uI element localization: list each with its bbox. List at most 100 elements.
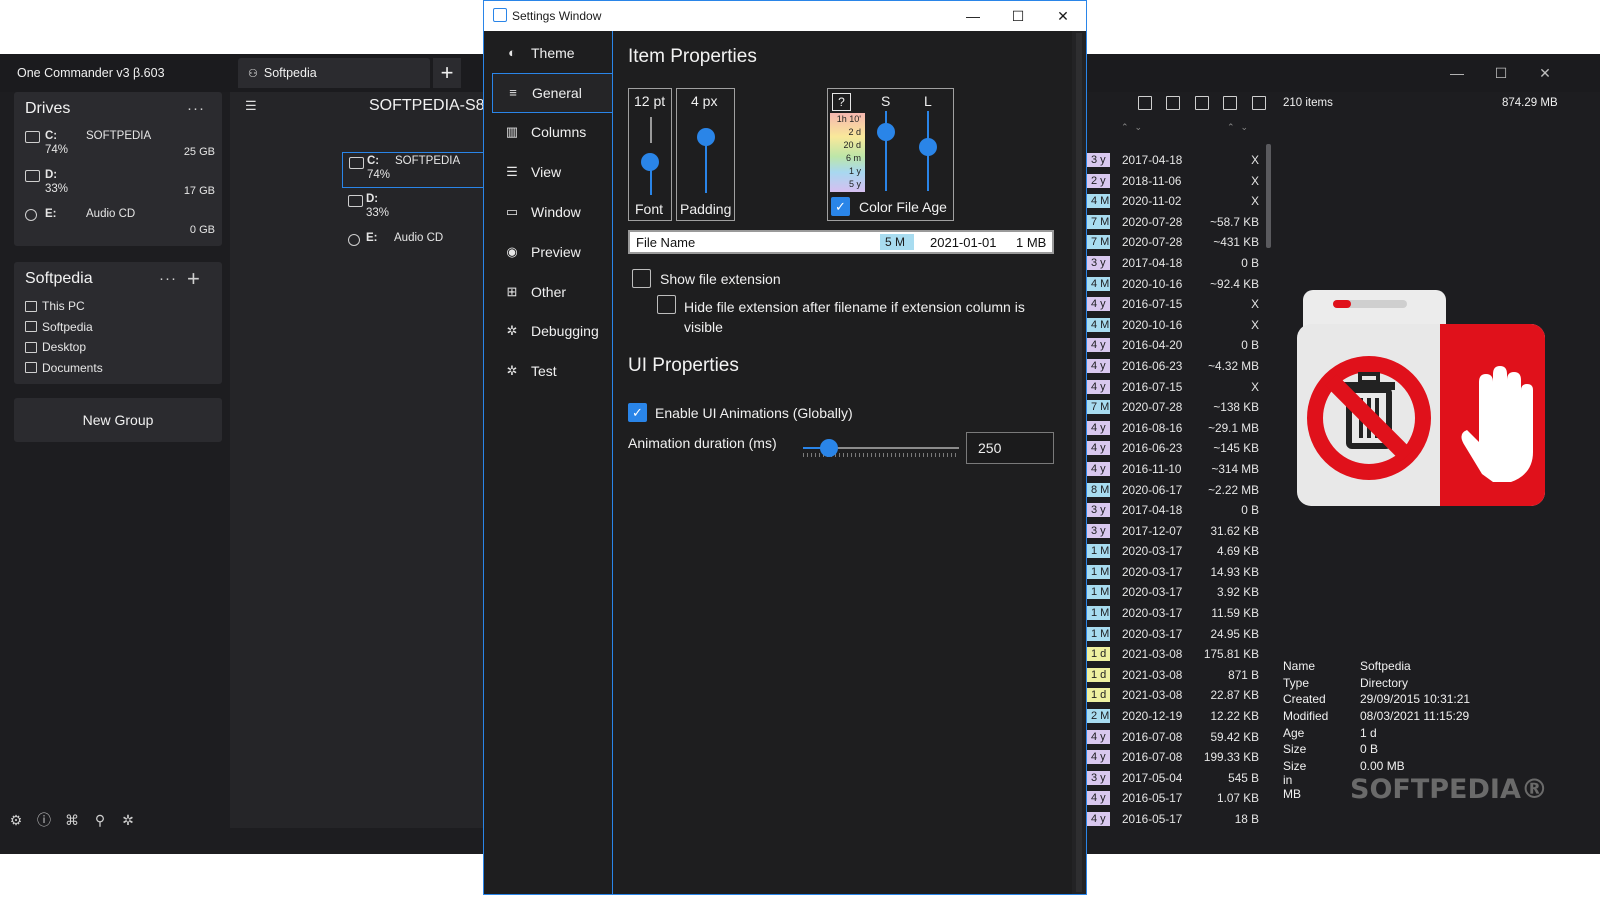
nav-view[interactable]: ☰ View (492, 152, 612, 192)
show-extension-checkbox[interactable] (632, 269, 651, 288)
file-row[interactable]: 1 M 2020-03-17 3.92 KB (1086, 582, 1266, 603)
drive-item[interactable]: E: Audio CD (342, 230, 485, 266)
file-row[interactable]: 4 y 2016-06-23 ~4.32 MB (1086, 356, 1266, 377)
info-icon[interactable]: ⓘ (32, 806, 56, 834)
bug-icon[interactable]: ✲ (116, 806, 140, 834)
file-row[interactable]: 3 y 2017-12-07 31.62 KB (1086, 521, 1266, 542)
hide-extension-checkbox[interactable] (657, 295, 676, 314)
file-icon[interactable] (1166, 96, 1180, 110)
group-item[interactable]: This PC (25, 299, 85, 313)
file-row[interactable]: 4 y 2016-05-17 18 B (1086, 809, 1266, 830)
file-row[interactable]: 4 M 2020-11-02 X (1086, 191, 1266, 212)
lightness-knob[interactable] (919, 138, 937, 156)
new-file-icon[interactable] (1195, 96, 1209, 110)
color-file-age-label: Color File Age (859, 199, 947, 215)
nav-window[interactable]: ▭ Window (492, 192, 612, 232)
settings-minimize-button[interactable]: — (958, 6, 988, 26)
search-icon[interactable]: ⚲ (88, 806, 112, 834)
group-item[interactable]: Softpedia (25, 320, 93, 334)
animation-duration-input[interactable]: 250 (966, 432, 1054, 464)
file-row[interactable]: 4 y 2016-07-08 59.42 KB (1086, 727, 1266, 748)
drive-item[interactable]: C: SOFTPEDIA 74% 25 GB (25, 130, 215, 166)
drives-more-button[interactable]: ··· (187, 100, 205, 117)
drive-item[interactable]: D: 33% (342, 191, 485, 227)
nav-general[interactable]: ≡ General (492, 72, 612, 113)
file-row[interactable]: 1 M 2020-03-17 14.93 KB (1086, 562, 1266, 583)
animation-duration-knob[interactable] (820, 439, 838, 457)
clipboard-icon[interactable] (1252, 96, 1266, 110)
close-button[interactable]: ✕ (1525, 60, 1565, 86)
list-view-icon[interactable] (1138, 96, 1152, 110)
color-file-age-checkbox[interactable]: ✓ (831, 197, 850, 216)
file-row[interactable]: 7 M 2020-07-28 ~58.7 KB (1086, 212, 1266, 233)
saturation-knob[interactable] (877, 123, 895, 141)
sort-chevrons-icon[interactable]: ⌃⌄ (1227, 122, 1254, 133)
menu-icon[interactable]: ☰ (245, 98, 257, 114)
file-row[interactable]: 4 y 2016-04-20 0 B (1086, 335, 1266, 356)
layout-icon[interactable]: ⌘ (60, 806, 84, 834)
file-row[interactable]: 3 y 2017-04-18 0 B (1086, 500, 1266, 521)
nav-columns[interactable]: ▥ Columns (492, 113, 612, 153)
file-row[interactable]: 1 M 2020-03-17 24.95 KB (1086, 624, 1266, 645)
nav-debugging[interactable]: ✲ Debugging (492, 312, 612, 352)
folder-icon (25, 321, 37, 332)
file-row[interactable]: 4 y 2016-07-08 199.33 KB (1086, 747, 1266, 768)
drive-item[interactable]: D: 33% 17 GB (25, 169, 215, 205)
file-row[interactable]: 2 M 2020-12-19 12.22 KB (1086, 706, 1266, 727)
new-group-button[interactable]: New Group (14, 398, 222, 442)
file-row[interactable]: 4 y 2016-05-17 1.07 KB (1086, 788, 1266, 809)
nav-test[interactable]: ✲ Test (492, 351, 612, 391)
settings-maximize-button[interactable]: ☐ (1003, 6, 1033, 26)
tab-softpedia[interactable]: ⚇ Softpedia (238, 58, 430, 88)
group-item[interactable]: Documents (25, 361, 103, 375)
nav-preview[interactable]: ◉ Preview (492, 232, 612, 272)
file-row[interactable]: 3 y 2017-04-18 X (1086, 150, 1266, 171)
group-item[interactable]: Desktop (25, 340, 86, 354)
file-row[interactable]: 4 y 2016-06-23 ~145 KB (1086, 438, 1266, 459)
file-row[interactable]: 2 y 2018-11-06 X (1086, 171, 1266, 192)
group-more-button[interactable]: ··· (159, 270, 177, 287)
file-row[interactable]: 4 M 2020-10-16 X (1086, 315, 1266, 336)
file-row[interactable]: 1 d 2021-03-08 22.87 KB (1086, 685, 1266, 706)
file-row[interactable]: 4 M 2020-10-16 ~92.4 KB (1086, 274, 1266, 295)
maximize-button[interactable]: ☐ (1481, 60, 1521, 86)
file-date: 2016-05-17 (1122, 812, 1183, 826)
preview-icon[interactable] (1223, 96, 1237, 110)
file-date: 2021-03-08 (1122, 688, 1183, 703)
help-button[interactable]: ? (832, 93, 851, 111)
settings-scrollbar[interactable] (1072, 31, 1086, 894)
file-row[interactable]: 4 y 2016-11-10 ~314 MB (1086, 459, 1266, 480)
path-title: SOFTPEDIA-S8 (369, 97, 485, 114)
add-tab-button[interactable]: + (433, 58, 461, 88)
file-row[interactable]: 4 y 2016-07-15 X (1086, 377, 1266, 398)
font-size-knob[interactable] (641, 153, 659, 171)
file-row[interactable]: 4 y 2016-08-16 ~29.1 MB (1086, 418, 1266, 439)
nav-other[interactable]: ⊞ Other (492, 272, 612, 312)
file-list-scrollbar[interactable] (1266, 144, 1271, 248)
drive-item[interactable]: E: Audio CD 0 GB (25, 208, 215, 244)
nav-theme[interactable]: ◐ Theme (492, 33, 612, 73)
group-add-button[interactable]: + (187, 266, 201, 292)
settings-close-button[interactable]: ✕ (1048, 6, 1078, 26)
settings-gear-icon[interactable]: ⚙ (4, 806, 28, 834)
padding-slider[interactable]: 4 px Padding (676, 88, 735, 221)
file-row[interactable]: 1 M 2020-03-17 11.59 KB (1086, 603, 1266, 624)
file-row[interactable]: 1 d 2021-03-08 871 B (1086, 665, 1266, 686)
file-row[interactable]: 1 M 2020-03-17 4.69 KB (1086, 541, 1266, 562)
file-row[interactable]: 3 y 2017-05-04 545 B (1086, 768, 1266, 789)
file-row[interactable]: 7 M 2020-07-28 ~431 KB (1086, 232, 1266, 253)
file-date: 2020-07-28 (1122, 235, 1183, 250)
file-row[interactable]: 1 d 2021-03-08 175.81 KB (1086, 644, 1266, 665)
minimize-button[interactable]: — (1437, 60, 1477, 86)
file-row[interactable]: 7 M 2020-07-28 ~138 KB (1086, 397, 1266, 418)
file-row[interactable]: 4 y 2016-07-15 X (1086, 294, 1266, 315)
font-size-slider[interactable]: 12 pt Font (628, 88, 672, 221)
enable-animations-checkbox[interactable]: ✓ (628, 403, 647, 422)
drive-item[interactable]: C: SOFTPEDIA 74% (342, 152, 485, 188)
padding-knob[interactable] (697, 128, 715, 146)
file-size: ~138 KB (1213, 400, 1259, 415)
file-row[interactable]: 8 M 2020-06-17 ~2.22 MB (1086, 480, 1266, 501)
sort-chevrons-icon[interactable]: ⌃⌄ (1121, 122, 1148, 133)
file-row[interactable]: 3 y 2017-04-18 0 B (1086, 253, 1266, 274)
show-extension-label: Show file extension (660, 271, 781, 287)
